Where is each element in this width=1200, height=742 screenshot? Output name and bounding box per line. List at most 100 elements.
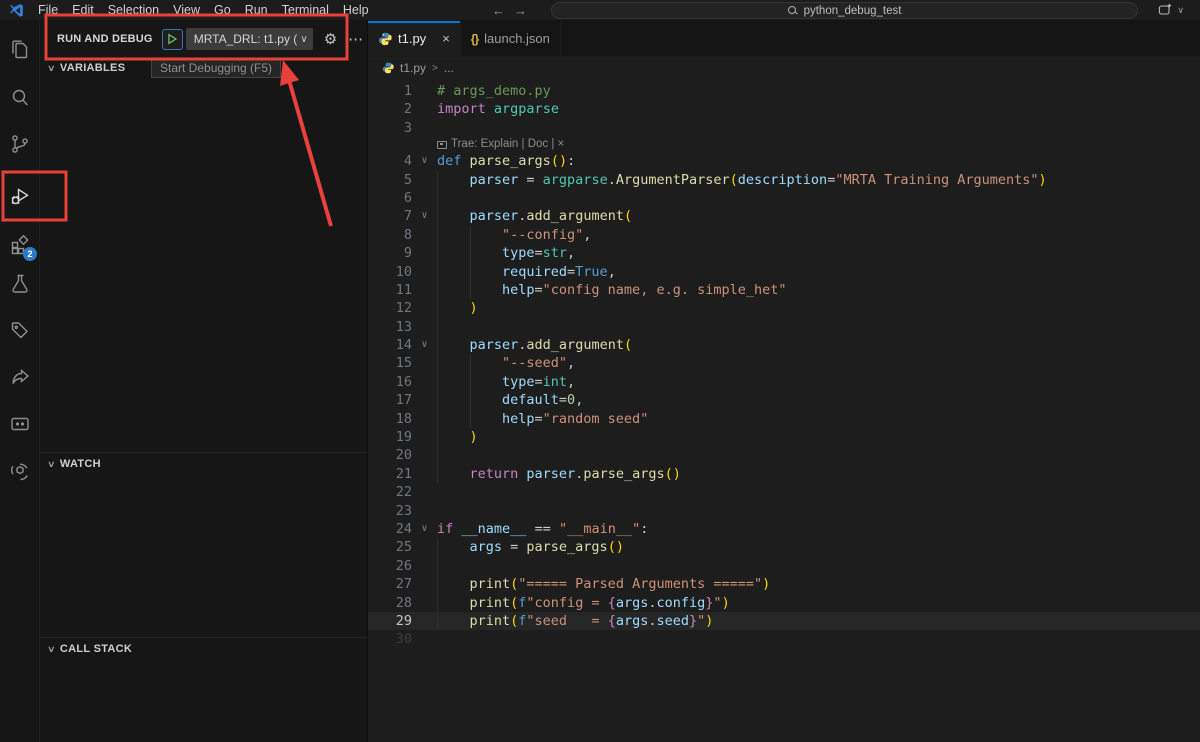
indent-guide [469,354,503,373]
activity-share[interactable] [7,365,33,391]
close-icon[interactable]: × [442,31,450,46]
back-icon[interactable]: ← [492,3,505,18]
activity-run-and-debug[interactable] [7,183,33,209]
code-line: 15 "--seed", [368,354,1200,373]
fold-icon[interactable]: ∨ [412,520,437,538]
line-number: 19 [395,429,412,446]
fold-icon[interactable]: ∨ [412,207,437,225]
code-token: if [437,520,454,537]
activity-explorer[interactable] [7,37,33,63]
code-text: return parser.parse_args() [437,464,1200,484]
menu-terminal[interactable]: Terminal [275,0,336,20]
gutter-spacer [412,100,437,118]
code-token: = [534,245,543,262]
section-watch[interactable]: ∨ WATCH [40,453,367,475]
code-text: ) [437,299,1200,318]
menu-run[interactable]: Run [238,0,275,20]
tab-launchjson[interactable]: {} launch.json [461,21,561,56]
run-and-debug-title: RUN AND DEBUG [57,33,153,45]
code-token: "===== Parsed Arguments =====" [518,576,763,593]
code-token: help [502,410,535,427]
line-number: 3 [403,119,412,136]
code-token: add_argument [526,208,624,225]
title-bar: File Edit Selection View Go Run Terminal Help ←… [0,0,1200,21]
breadcrumb-separator-icon: > [432,62,438,74]
more-actions-icon[interactable]: ⋯ [348,30,364,48]
code-token: argparse [542,171,608,188]
explorer-icon [12,40,28,59]
line-number: 18 [395,410,412,427]
code-text: default=0, [437,391,1200,410]
codelens-text[interactable]: Trae: Explain | Doc | × [451,137,564,152]
command-center-search[interactable]: python_debug_test [551,2,1138,19]
chevron-down-icon: ∨ [300,33,308,45]
code-line: 6 [368,188,1200,208]
code-token: "config name, e.g. simple_het" [542,281,787,298]
menu-bar: File Edit Selection View Go Run Terminal Help [31,0,376,20]
fold-icon[interactable]: ∨ [412,152,437,170]
chevron-down-icon[interactable]: ∨ [1177,5,1184,16]
code-token: . [648,594,657,611]
breadcrumb-more[interactable]: ... [444,61,454,75]
activity-source-control[interactable] [7,131,33,157]
code-line: 19) [368,428,1200,447]
start-debugging-button[interactable] [161,28,183,50]
debug-config-dropdown[interactable]: MRTA_DRL: t1.py ( ∨ [185,28,313,50]
chevron-down-icon: ∨ [46,458,56,469]
forward-icon[interactable]: → [514,3,527,18]
activity-ai-assistant[interactable] [7,459,33,485]
line-number: 24 [395,520,412,537]
code-token: ( [623,208,633,225]
menu-file[interactable]: File [31,0,65,20]
menu-edit[interactable]: Edit [65,0,101,20]
activity-testing[interactable] [7,271,33,297]
code-token: , [567,355,576,372]
code-editor[interactable]: 1 # args_demo.py 2 import argparse 3 Trae: Ex… [368,79,1200,742]
code-token: parser [469,208,519,225]
code-token: ( [729,171,738,188]
code-token: . [607,171,616,188]
code-text: print("===== Parsed Arguments =====") [437,575,1200,594]
fold-icon[interactable]: ∨ [412,336,437,354]
line-number: 8 [403,226,412,243]
activity-search[interactable] [7,85,33,111]
code-text: type=int, [437,372,1200,392]
code-token: parser [469,337,519,354]
tab-t1py[interactable]: t1.py × [368,21,461,56]
menu-go[interactable]: Go [207,0,238,20]
activity-extensions[interactable]: 2 [7,231,37,261]
code-token: " [713,594,722,611]
menu-help[interactable]: Help [336,0,376,20]
line-number: 9 [403,245,412,262]
new-chat-icon[interactable] [1157,2,1173,18]
gutter-spacer [412,263,437,281]
gear-icon[interactable]: ⚙ [324,30,337,48]
menu-view[interactable]: View [166,0,207,20]
code-token: args [615,594,649,611]
gutter-spacer [412,465,437,483]
line-number: 15 [395,355,412,372]
code-token: 0 [567,392,576,409]
code-token: : [567,153,576,170]
indent-guide [469,225,503,245]
menu-selection[interactable]: Selection [101,0,166,20]
gutter-spacer [412,410,437,428]
code-token: ) [705,612,714,629]
gutter-spacer [412,446,437,464]
code-token: = [534,410,543,427]
activity-tags[interactable] [7,317,33,343]
code-line: 17 default=0, [368,391,1200,410]
indent-guide [437,336,470,355]
activity-chat[interactable] [7,411,33,437]
code-text [437,317,1200,337]
section-call-stack[interactable]: ∨ CALL STACK [40,638,367,660]
code-line: 9 type=str, [368,244,1200,263]
breadcrumb-file[interactable]: t1.py [400,61,426,75]
codelens[interactable]: Trae: Explain | Doc | × [368,137,1200,152]
code-line: 8 "--config", [368,225,1200,245]
code-token: True [575,263,608,280]
breadcrumb[interactable]: t1.py > ... [368,57,1200,79]
